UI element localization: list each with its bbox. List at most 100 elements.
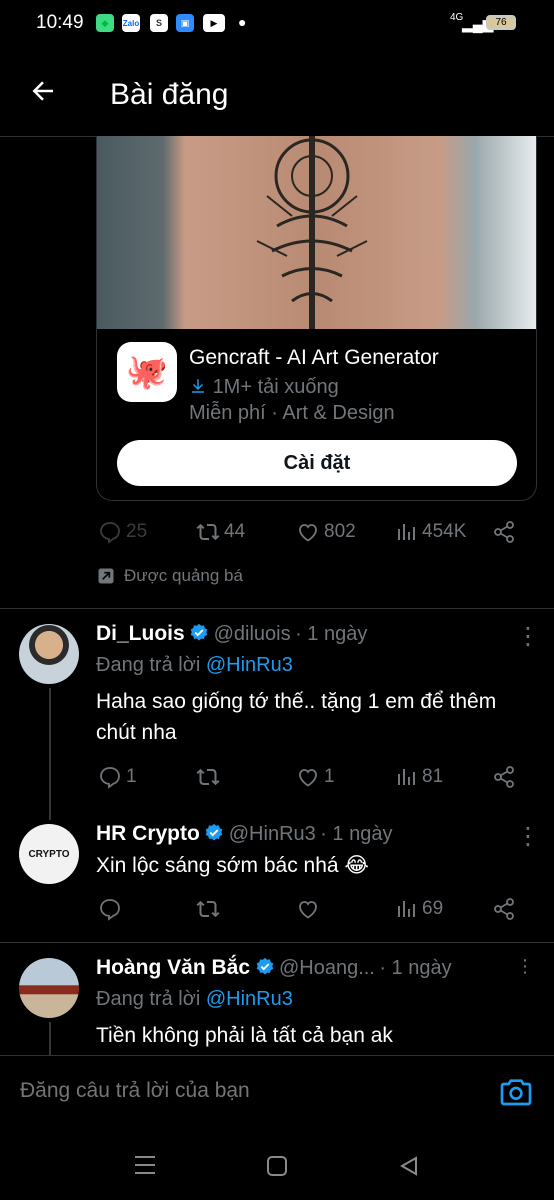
reply-button[interactable]: 25 [98, 520, 147, 544]
share-icon [494, 521, 514, 543]
views-count: 454K [422, 521, 467, 542]
heart-icon [299, 524, 317, 542]
reply-icon [100, 899, 120, 921]
divider [0, 608, 554, 609]
share-icon [494, 898, 514, 920]
post-time: · 1 ngày [295, 623, 368, 645]
recent-apps-icon[interactable] [134, 1155, 156, 1180]
author-name[interactable]: HR Crypto [96, 822, 200, 845]
like-button[interactable] [296, 897, 320, 921]
ad-image[interactable] [97, 136, 536, 329]
avatar[interactable] [19, 958, 79, 1018]
views-icon [398, 901, 415, 917]
views-count: 81 [422, 766, 444, 787]
share-button[interactable] [492, 765, 516, 789]
app-notification-icon: ◆ [96, 14, 114, 32]
views-button[interactable]: 81 [394, 765, 443, 789]
replying-to-handle[interactable]: @HinRu3 [206, 654, 293, 676]
repost-icon [196, 523, 220, 541]
views-count: 69 [422, 898, 444, 919]
header-bar: Bài đăng [0, 50, 554, 137]
back-arrow-icon[interactable] [28, 76, 58, 111]
heart-icon [299, 901, 317, 919]
like-button[interactable]: 1 [296, 765, 335, 789]
app-logo-icon[interactable]: 🐙 [117, 342, 177, 402]
camera-icon[interactable] [500, 1078, 532, 1111]
youtube-icon: ▶ [203, 14, 225, 32]
more-options-icon[interactable]: ⋮ [516, 822, 540, 851]
app-store-icon: ▣ [176, 14, 194, 32]
reply-header: Hoàng Văn Bắc @Hoang... · 1 ngày [96, 956, 452, 980]
app-name[interactable]: Gencraft - AI Art Generator [189, 346, 439, 370]
reply-input[interactable] [18, 1078, 462, 1104]
install-button[interactable]: Cài đặt [117, 440, 517, 486]
avatar[interactable] [19, 624, 79, 684]
zalo-icon: Zalo [122, 14, 140, 32]
download-text: 1M+ tải xuống [212, 376, 339, 398]
thread-line [49, 688, 51, 820]
replying-prefix: Đang trả lời [96, 988, 206, 1010]
like-count: 1 [324, 766, 335, 787]
more-options-icon[interactable]: ⋮ [516, 622, 540, 651]
status-time: 10:49 [36, 12, 84, 33]
shopping-icon: S [150, 14, 168, 32]
avatar[interactable]: CRYPTO [19, 824, 79, 884]
reply-count: 25 [126, 521, 148, 542]
views-icon [398, 769, 415, 785]
ad-card[interactable]: 🐙 Gencraft - AI Art Generator 1M+ tải xu… [96, 136, 537, 501]
heart-icon [299, 769, 317, 787]
download-icon [192, 379, 204, 393]
replying-to: Đang trả lời @HinRu3 [96, 654, 293, 677]
reply-header: HR Crypto @HinRu3 · 1 ngày [96, 822, 392, 846]
like-count: 802 [324, 521, 356, 542]
status-bar: 10:49 ◆ Zalo S ▣ ▶ ● 4G ▂▄▆ 76 [0, 0, 554, 50]
home-icon[interactable] [266, 1155, 288, 1182]
replying-to: Đang trả lời @HinRu3 [96, 988, 293, 1011]
reply-count: 1 [126, 766, 137, 787]
verified-badge-icon [205, 823, 223, 841]
repost-icon [196, 768, 220, 786]
author-name[interactable]: Di_Luois [96, 622, 185, 645]
views-button[interactable]: 69 [394, 897, 443, 921]
divider [0, 942, 554, 943]
author-handle[interactable]: @diluois [214, 623, 291, 645]
reply-text: Xin lộc sáng sớm bác nhá 😂 [96, 854, 369, 877]
battery-icon: 76 [486, 15, 516, 30]
share-button[interactable] [492, 520, 516, 544]
author-handle[interactable]: @HinRu3 [229, 823, 316, 845]
promoted-label: Được quảng bá [96, 566, 243, 586]
share-button[interactable] [492, 897, 516, 921]
reply-text: Haha sao giống tớ thế.. tặng 1 em để thê… [96, 690, 497, 744]
like-button[interactable]: 802 [296, 520, 356, 544]
reply-button[interactable]: 1 [98, 765, 137, 789]
repost-icon [196, 900, 220, 918]
author-name[interactable]: Hoàng Văn Bắc [96, 956, 250, 979]
reply-composer [0, 1055, 554, 1126]
repost-button[interactable] [196, 897, 220, 921]
repost-count: 44 [224, 521, 246, 542]
back-nav-icon[interactable] [398, 1155, 420, 1182]
post-time: · 1 ngày [379, 957, 452, 979]
more-options-icon[interactable]: ⋮ [516, 956, 534, 977]
views-button[interactable]: 454K [394, 520, 466, 544]
share-icon [494, 766, 514, 788]
app-category: Miễn phí · Art & Design [189, 402, 395, 424]
verified-badge-icon [256, 957, 273, 975]
promoted-icon [98, 568, 114, 584]
reply-text: Tiền không phải là tất cả bạn ak [96, 1024, 393, 1047]
views-icon [398, 524, 415, 540]
thread-line [49, 1022, 51, 1056]
reply-icon [100, 522, 120, 544]
reply-icon [100, 767, 120, 789]
reply-header: Di_Luois @diluois · 1 ngày [96, 622, 367, 646]
repost-button[interactable] [196, 765, 220, 789]
more-notifications-icon: ● [238, 14, 247, 30]
reply-button[interactable] [98, 897, 122, 921]
repost-button[interactable]: 44 [196, 520, 245, 544]
post-time: · 1 ngày [320, 823, 393, 845]
page-title: Bài đăng [110, 78, 229, 111]
replying-prefix: Đang trả lời [96, 654, 206, 676]
verified-badge-icon [190, 623, 208, 641]
replying-to-handle[interactable]: @HinRu3 [206, 988, 293, 1010]
author-handle[interactable]: @Hoang... [279, 957, 375, 979]
